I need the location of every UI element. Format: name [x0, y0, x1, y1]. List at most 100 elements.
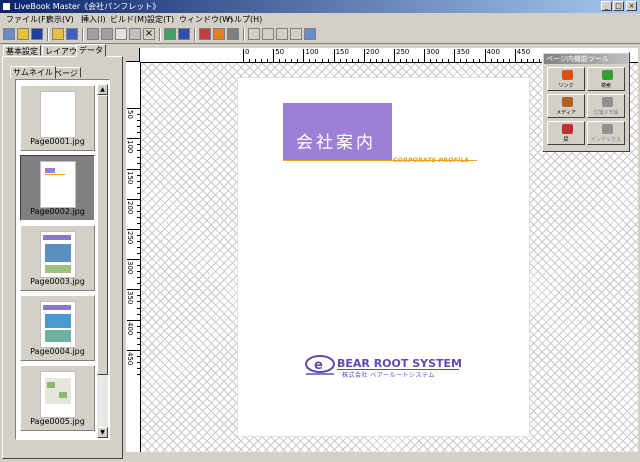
ruler-minor-tick	[137, 325, 140, 327]
ruler-tick	[454, 49, 456, 62]
duplicate-icon[interactable]	[129, 28, 141, 40]
ruler-minor-tick	[496, 59, 498, 62]
memo-icon	[602, 97, 613, 107]
menu-help[interactable]: ヘルプ(H)	[226, 14, 262, 25]
thumbnail-item-selected[interactable]: Page0002.jpg	[20, 155, 95, 221]
thumbnail-item[interactable]: Page0001.jpg	[20, 85, 95, 151]
ruler-minor-tick	[137, 186, 140, 188]
cut-icon[interactable]	[87, 28, 99, 40]
menu-view[interactable]: 表示(V)	[46, 14, 74, 25]
ruler-minor-tick	[351, 59, 353, 62]
zoom-out-icon[interactable]	[290, 28, 302, 40]
ruler-tick-label: 350	[126, 291, 134, 305]
export-icon[interactable]	[66, 28, 78, 40]
scroll-down-icon[interactable]: ▼	[97, 427, 108, 438]
thumbnail-image	[40, 161, 76, 208]
palette-memo-button[interactable]: 付箋メモ帳	[587, 94, 625, 118]
palette-title[interactable]: ページ内機能ツール	[544, 54, 628, 64]
ruler-tick-label: 450	[126, 351, 134, 366]
ruler-tick	[514, 49, 516, 62]
ruler-minor-tick	[137, 283, 140, 285]
delete-icon[interactable]: ×	[143, 28, 155, 40]
ruler-tick-label: 150	[126, 170, 134, 184]
ruler-tick	[127, 138, 140, 140]
grid-icon[interactable]	[262, 28, 274, 40]
link-tool-icon[interactable]	[199, 28, 211, 40]
menu-insert[interactable]: 挿入(I)	[81, 14, 106, 25]
tab-basic-settings[interactable]: 基本設定	[3, 45, 41, 56]
property-icon[interactable]	[227, 28, 239, 40]
ruler-minor-tick	[291, 59, 293, 62]
ruler-tick	[333, 49, 335, 62]
ruler-tick	[303, 49, 305, 62]
ruler-tick	[127, 319, 140, 321]
edit-tool-icon[interactable]	[213, 28, 225, 40]
minimize-button[interactable]: _	[601, 1, 612, 11]
ruler-minor-tick	[418, 59, 420, 62]
maximize-button[interactable]: □	[613, 1, 624, 11]
align-icon[interactable]	[248, 28, 260, 40]
company-logo-icon: e	[305, 355, 335, 375]
palette-index-button[interactable]: インデックス	[587, 121, 625, 145]
thumbnail-label: Page0003.jpg	[30, 277, 85, 286]
save-icon[interactable]	[31, 28, 43, 40]
ruler-minor-tick	[400, 59, 402, 62]
ruler-minor-tick	[412, 59, 414, 62]
thumbnail-label: Page0002.jpg	[30, 207, 85, 216]
thumbnail-item[interactable]: Page0004.jpg	[20, 295, 95, 361]
scroll-thumb[interactable]	[97, 95, 108, 375]
ruler-minor-tick	[137, 210, 140, 212]
layer-icon[interactable]	[178, 28, 190, 40]
svg-text:e: e	[314, 358, 323, 373]
tab-thumbnail[interactable]: サムネイル	[10, 66, 56, 79]
ruler-tick	[484, 49, 486, 62]
thumbnail-item[interactable]: Page0003.jpg	[20, 225, 95, 291]
palette-bookmark-button[interactable]: 栞	[547, 121, 585, 145]
ruler-minor-tick	[448, 59, 450, 62]
ruler-tick	[243, 49, 244, 62]
thumbnail-item[interactable]: Page0005.jpg	[20, 365, 95, 431]
ruler-minor-tick	[137, 120, 140, 122]
ruler-tick-label: 400	[126, 321, 134, 335]
palette-media-button[interactable]: メディア	[547, 94, 585, 118]
title-bar: LiveBook Master《会社パンフレット》 _ □ ×	[0, 0, 640, 13]
menu-build[interactable]: ビルド(M)	[110, 14, 147, 25]
menu-settings[interactable]: 設定(T)	[147, 14, 174, 25]
preview-icon[interactable]	[304, 28, 316, 40]
open-icon[interactable]	[17, 28, 29, 40]
ruler-tick-label: 450	[516, 48, 531, 56]
ruler-tick-label: 200	[365, 48, 380, 56]
new-icon[interactable]	[3, 28, 15, 40]
ruler-tick-label: 100	[305, 48, 319, 56]
ruler-minor-tick	[442, 59, 444, 62]
palette-link-button[interactable]: リンク	[547, 67, 585, 91]
ruler-minor-tick	[137, 277, 140, 279]
toolbar-separator	[194, 28, 196, 41]
thumbnail-scrollbar[interactable]: ▲ ▼	[97, 84, 108, 438]
close-button[interactable]: ×	[626, 1, 637, 11]
thumbnail-label: Page0001.jpg	[30, 137, 85, 146]
menu-file[interactable]: ファイル(F)	[6, 14, 49, 25]
copy-icon[interactable]	[101, 28, 113, 40]
ruler-tick	[127, 229, 140, 230]
ruler-minor-tick	[406, 59, 408, 62]
ruler-minor-tick	[285, 59, 287, 62]
tab-data[interactable]: データ	[76, 44, 106, 57]
image-icon[interactable]	[164, 28, 176, 40]
ruler-tick	[127, 168, 140, 170]
paste-icon[interactable]	[115, 28, 127, 40]
search-icon	[602, 70, 613, 80]
toolbar-separator	[47, 28, 49, 41]
ruler-minor-tick	[430, 59, 432, 62]
ruler-minor-tick	[137, 295, 140, 297]
ruler-tick-label: 250	[396, 48, 410, 56]
zoom-in-icon[interactable]	[276, 28, 288, 40]
toolbar: ×	[0, 26, 640, 44]
folder-icon[interactable]	[52, 28, 64, 40]
ruler-minor-tick	[137, 343, 140, 345]
scroll-up-icon[interactable]: ▲	[97, 84, 108, 95]
palette-search-button[interactable]: 検索	[587, 67, 625, 91]
index-icon	[602, 124, 613, 134]
ruler-tick	[363, 49, 365, 62]
ruler-minor-tick	[327, 59, 329, 62]
